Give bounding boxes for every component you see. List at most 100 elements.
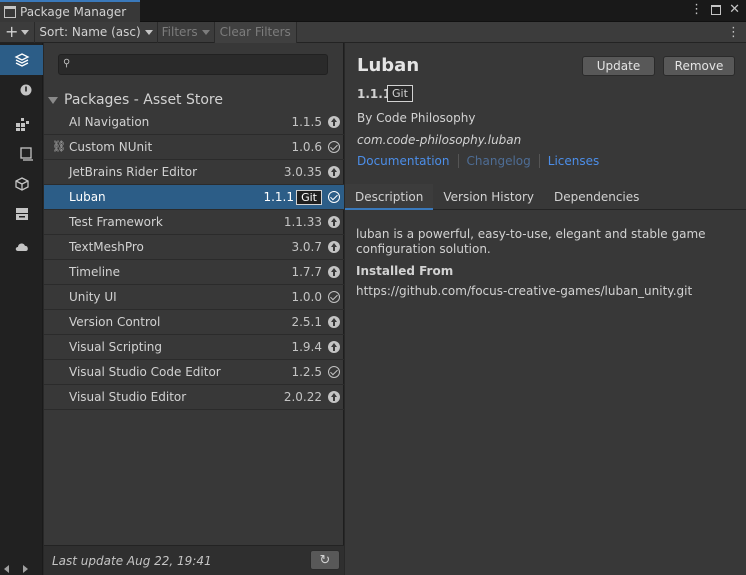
package-version: 3.0.35 — [283, 165, 322, 179]
last-update-text: Last update Aug 22, 19:41 — [52, 554, 212, 568]
package-name: Visual Scripting — [69, 340, 162, 354]
sidebar-item-monitor[interactable] — [0, 139, 43, 169]
sidebar-item-packages[interactable] — [0, 169, 43, 199]
installed-check-icon — [328, 291, 340, 303]
scroll-right-icon[interactable] — [23, 565, 28, 573]
toolbar: + Sort: Name (asc) Filters Clear Filters… — [0, 21, 746, 43]
package-row[interactable]: Timeline 1.7.7 — [44, 260, 344, 285]
remove-button[interactable]: Remove — [663, 56, 735, 76]
sidebar-item-cloud[interactable] — [0, 231, 43, 261]
link-icon: ⛓ — [52, 140, 66, 153]
grid-puzzle-icon — [15, 118, 29, 131]
toolbar-more-icon[interactable]: ⋮ — [727, 25, 740, 40]
package-version: 1.9.4 — [291, 340, 322, 354]
update-button[interactable]: Update — [582, 56, 655, 76]
sidebar-item-storage[interactable] — [0, 199, 43, 229]
package-list-panel: ⚲ Packages - Asset Store AI Navigation 1.… — [44, 43, 344, 575]
cloud-icon — [15, 243, 28, 251]
package-id: com.code-philosophy.luban — [357, 133, 522, 147]
documentation-link[interactable]: Documentation — [357, 154, 458, 168]
package-links: Documentation Changelog Licenses — [357, 154, 607, 168]
package-version: 1.1.1 — [263, 190, 294, 204]
filters-label: Filters — [161, 25, 198, 39]
installed-from-label: Installed From — [356, 264, 454, 278]
update-available-icon — [328, 116, 340, 128]
monitor-icon — [19, 147, 33, 161]
package-row[interactable]: JetBrains Rider Editor 3.0.35 — [44, 160, 344, 185]
package-description: luban is a powerful, easy-to-use, elegan… — [356, 227, 706, 256]
package-group-header[interactable]: Packages - Asset Store — [48, 90, 223, 110]
package-manager-icon — [4, 6, 16, 18]
archive-icon — [15, 208, 28, 220]
add-package-button[interactable]: + — [0, 21, 36, 43]
window-title: Package Manager — [20, 5, 127, 19]
search-input[interactable]: ⚲ — [58, 54, 328, 75]
sidebar-scroll[interactable] — [4, 565, 28, 573]
refresh-icon: ↻ — [319, 552, 331, 568]
package-title: Luban — [357, 55, 420, 76]
package-row[interactable]: Version Control 2.5.1 — [44, 310, 344, 335]
licenses-link[interactable]: Licenses — [538, 154, 608, 168]
window-tab[interactable]: Package Manager — [0, 0, 140, 22]
package-row[interactable]: Visual Studio Editor 2.0.22 — [44, 385, 344, 410]
close-icon[interactable]: ✕ — [729, 3, 740, 17]
tab-description[interactable]: Description — [345, 184, 434, 210]
installed-check-icon — [328, 366, 340, 378]
package-version: 1.0.6 — [291, 140, 322, 154]
package-row[interactable]: AI Navigation 1.1.5 — [44, 110, 344, 135]
chevron-down-icon — [21, 29, 30, 35]
package-name: Version Control — [69, 315, 161, 329]
package-version: 1.0.0 — [291, 290, 322, 304]
tab-dependencies[interactable]: Dependencies — [544, 184, 649, 210]
update-available-icon — [328, 216, 340, 228]
package-row[interactable]: Test Framework 1.1.33 — [44, 210, 344, 235]
sort-dropdown[interactable]: Sort: Name (asc) — [35, 21, 158, 43]
changelog-link: Changelog — [457, 154, 539, 168]
plus-icon: + — [5, 22, 19, 41]
sidebar — [0, 43, 43, 575]
package-name: Visual Studio Code Editor — [69, 365, 221, 379]
window-controls: ⋮ ✕ — [690, 3, 740, 17]
package-group-title: Packages - Asset Store — [64, 92, 223, 108]
more-options-icon[interactable]: ⋮ — [690, 3, 703, 17]
maximize-icon[interactable] — [711, 5, 722, 15]
package-list: AI Navigation 1.1.5 ⛓ Custom NUnit 1.0.6 JetB… — [44, 110, 344, 410]
sidebar-item-info[interactable] — [0, 75, 43, 105]
list-footer: Last update Aug 22, 19:41 ↻ — [44, 545, 344, 575]
git-badge: Git — [296, 190, 322, 205]
chevron-down-icon — [144, 29, 153, 35]
update-available-icon — [328, 391, 340, 403]
sidebar-item-modules[interactable] — [0, 109, 43, 139]
package-version: 1.1.33 — [283, 215, 322, 229]
package-version: 1.7.7 — [291, 265, 322, 279]
update-available-icon — [328, 341, 340, 353]
refresh-button[interactable]: ↻ — [310, 550, 340, 570]
clear-filters-button[interactable]: Clear Filters — [214, 21, 297, 43]
chevron-down-icon — [201, 29, 210, 35]
installed-from-url: https://github.com/focus-creative-games/… — [356, 284, 693, 298]
package-detail-panel: Luban Update Remove 1.1.1 Git By Code Ph… — [345, 43, 746, 575]
title-bar: Package Manager ⋮ ✕ — [0, 0, 746, 22]
sidebar-item-layers[interactable] — [0, 45, 43, 75]
scroll-left-icon[interactable] — [4, 565, 9, 573]
tab-version-history[interactable]: Version History — [433, 184, 544, 210]
package-author: By Code Philosophy — [357, 111, 476, 125]
package-row[interactable]: Visual Studio Code Editor 1.2.5 — [44, 360, 344, 385]
circle-info-icon — [20, 84, 31, 96]
package-name: Test Framework — [69, 215, 163, 229]
package-name: Unity UI — [69, 290, 117, 304]
sort-label: Sort: Name (asc) — [39, 25, 141, 39]
layers-icon — [14, 53, 29, 67]
package-name: Custom NUnit — [69, 140, 153, 154]
filters-dropdown[interactable]: Filters — [158, 21, 215, 43]
package-row[interactable]: TextMeshPro 3.0.7 — [44, 235, 344, 260]
expand-triangle-icon[interactable] — [48, 96, 58, 104]
package-row[interactable]: ⛓ Custom NUnit 1.0.6 — [44, 135, 344, 160]
update-available-icon — [328, 166, 340, 178]
package-row[interactable]: Unity UI 1.0.0 — [44, 285, 344, 310]
installed-check-icon — [328, 141, 340, 153]
package-name: Visual Studio Editor — [69, 390, 187, 404]
package-row[interactable]: Visual Scripting 1.9.4 — [44, 335, 344, 360]
cube-icon — [14, 177, 29, 191]
package-row[interactable]: Luban 1.1.1 Git — [44, 185, 344, 210]
